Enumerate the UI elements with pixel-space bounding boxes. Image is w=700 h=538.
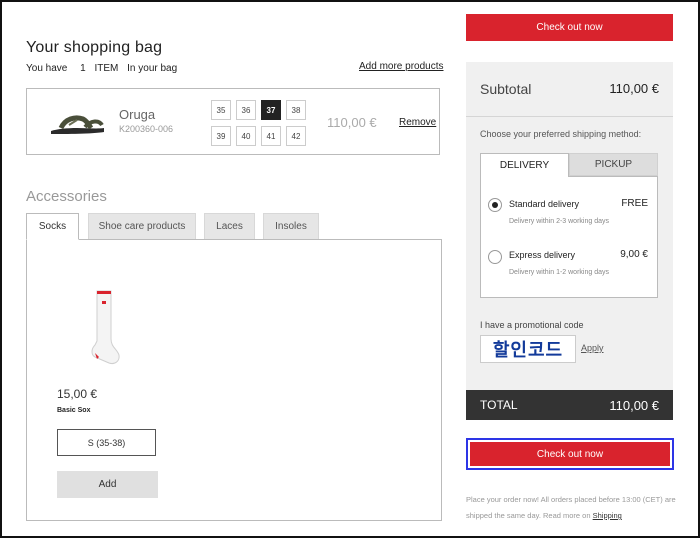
subtotal-value: 110,00 €	[609, 81, 659, 96]
sock-price: 15,00 €	[57, 387, 98, 401]
product-name: Oruga	[119, 107, 156, 122]
tab-delivery[interactable]: DELIVERY	[480, 153, 569, 177]
item-count: 1	[80, 63, 86, 74]
order-summary: Subtotal 110,00 € Choose your preferred …	[466, 62, 673, 390]
total-value: 110,00 €	[609, 398, 659, 413]
total-label: TOTAL	[480, 398, 518, 412]
apply-link[interactable]: Apply	[581, 343, 604, 353]
size-option[interactable]: 38	[286, 100, 306, 120]
add-sock-button[interactable]: Add	[57, 471, 158, 498]
summary-divider	[466, 116, 673, 117]
express-delivery-price: 9,00 €	[620, 249, 648, 260]
standard-delivery-radio[interactable]	[488, 198, 502, 212]
shipping-note-text: Place your order now! All orders placed …	[466, 495, 676, 520]
sock-name: Basic Sox	[57, 407, 91, 414]
tab-socks[interactable]: Socks	[26, 213, 79, 240]
total-bar: TOTAL 110,00 €	[466, 390, 673, 420]
shipping-link[interactable]: Shipping	[593, 511, 622, 520]
page-frame: Your shopping bag You have 1 ITEM In you…	[0, 0, 700, 538]
item-word: ITEM	[94, 63, 119, 74]
subtotal-label: Subtotal	[480, 81, 532, 97]
promo-label: I have a promotional code	[480, 320, 584, 330]
checkout-button-bottom-label: Check out now	[470, 442, 670, 466]
tab-laces[interactable]: Laces	[204, 213, 255, 240]
standard-delivery-desc: Delivery within 2-3 working days	[509, 218, 609, 225]
tab-insoles[interactable]: Insoles	[263, 213, 319, 240]
express-delivery-radio[interactable]	[488, 250, 502, 264]
size-selector: 35 36 37 38 39 40 41 42	[211, 100, 311, 146]
size-option[interactable]: 35	[211, 100, 231, 120]
tab-shoe-care[interactable]: Shoe care products	[88, 213, 196, 240]
you-have-text: You have	[26, 63, 68, 74]
checkout-button-bottom[interactable]: Check out now	[466, 438, 674, 470]
item-price: 110,00 €	[327, 115, 377, 130]
sock-product-image[interactable]	[87, 287, 127, 367]
checkout-button-top[interactable]: Check out now	[466, 14, 673, 41]
page-title: Your shopping bag	[26, 39, 163, 56]
size-option-selected[interactable]: 37	[261, 100, 281, 120]
add-more-products-link[interactable]: Add more products	[359, 61, 444, 72]
in-bag-text: In your bag	[127, 63, 178, 74]
promo-code-input[interactable]: 할인코드	[480, 335, 576, 363]
sandal-product-image	[51, 115, 104, 134]
remove-link[interactable]: Remove	[399, 117, 436, 128]
accessories-title: Accessories	[26, 188, 107, 205]
size-option[interactable]: 36	[236, 100, 256, 120]
sock-size-select[interactable]: S (35-38)	[57, 429, 156, 456]
accessories-panel: 15,00 € Basic Sox S (35-38) Add	[26, 239, 442, 521]
express-delivery-name: Express delivery	[509, 250, 576, 260]
shipping-options-panel: Standard delivery FREE Delivery within 2…	[480, 176, 658, 298]
shipping-note: Place your order now! All orders placed …	[466, 492, 676, 524]
shipping-prompt: Choose your preferred shipping method:	[480, 129, 642, 139]
bag-count-line: You have 1 ITEM In your bag	[26, 63, 183, 74]
tab-pickup[interactable]: PICKUP	[569, 153, 658, 176]
shipping-tabs: DELIVERY PICKUP	[480, 153, 658, 177]
standard-delivery-price: FREE	[621, 198, 648, 209]
size-option[interactable]: 42	[286, 126, 306, 146]
express-delivery-desc: Delivery within 1-2 working days	[509, 269, 609, 276]
product-code: K200360-006	[119, 124, 174, 134]
size-option[interactable]: 39	[211, 126, 231, 146]
size-option[interactable]: 41	[261, 126, 281, 146]
size-option[interactable]: 40	[236, 126, 256, 146]
cart-item: Oruga K200360-006 35 36 37 38 39 40 41 4…	[26, 88, 440, 155]
standard-delivery-name: Standard delivery	[509, 199, 580, 209]
